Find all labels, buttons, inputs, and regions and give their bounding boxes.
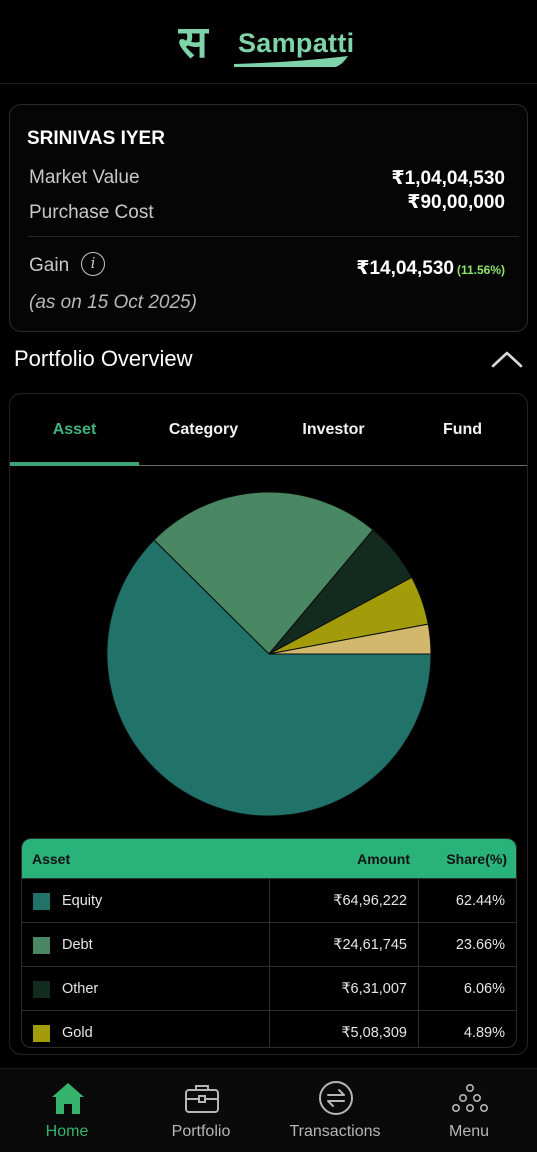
table-row[interactable]: Gold ₹5,08,309 4.89% [22,1010,516,1047]
asset-pie-chart [106,491,432,817]
info-icon[interactable]: i [81,252,105,276]
gain-percent: (11.56%) [456,263,505,277]
gain-value: ₹14,04,530 [356,258,454,279]
table-row[interactable]: Equity ₹64,96,222 62.44% [22,878,516,923]
investor-name: SRINIVAS IYER [27,128,165,149]
logo-text: Sampatti [238,28,355,58]
header-share: Share(%) [446,851,507,867]
chevron-up-icon[interactable] [490,348,524,370]
asset-amount: ₹5,08,309 [269,1011,419,1047]
asset-amount: ₹6,31,007 [269,967,419,1011]
header-amount: Amount [357,851,410,867]
bottom-navigation: Home Portfolio Transactions Menu [0,1068,537,1152]
gain-value-wrapper: ₹14,04,530 (11.56%) [356,257,505,280]
nav-menu[interactable]: Menu [402,1069,536,1152]
purchase-cost-label: Purchase Cost [29,202,154,223]
menu-dots-icon [451,1084,488,1112]
table-row[interactable]: Debt ₹24,61,745 23.66% [22,922,516,967]
asset-share: 62.44% [418,879,516,923]
asset-amount: ₹24,61,745 [269,923,419,967]
asset-name: Other [62,981,99,997]
briefcase-icon [185,1085,219,1113]
tab-asset[interactable]: Asset [10,421,139,439]
gain-label: Gain [29,255,70,276]
nav-menu-label: Menu [448,1123,490,1140]
market-value-label: Market Value [29,167,140,188]
nav-portfolio-label: Portfolio [171,1123,231,1140]
legend-swatch-equity [33,893,50,910]
logo-glyph: स [178,17,210,68]
table-row[interactable]: Other ₹6,31,007 6.06% [22,966,516,1011]
nav-home-label: Home [45,1123,89,1140]
legend-swatch-gold [33,1025,50,1042]
portfolio-overview-title: Portfolio Overview [14,346,193,371]
legend-swatch-other [33,981,50,998]
asset-share: 4.89% [418,1011,516,1047]
tab-fund[interactable]: Fund [398,421,527,439]
portfolio-summary-card: SRINIVAS IYER Market Value ₹1,04,04,530 … [9,104,528,332]
asset-table: Asset Amount Share(%) Equity ₹64,96,222 … [21,838,517,1048]
tab-investor[interactable]: Investor [269,421,398,439]
asset-amount: ₹64,96,222 [269,879,419,923]
app-header: स Sampatti [0,0,537,84]
nav-transactions[interactable]: Transactions [268,1069,402,1152]
active-tab-indicator [10,462,139,466]
nav-portfolio[interactable]: Portfolio [134,1069,268,1152]
home-icon [52,1083,84,1114]
exchange-icon [319,1081,353,1115]
as-on-date: (as on 15 Oct 2025) [29,292,197,313]
asset-name: Gold [62,1025,93,1041]
nav-home[interactable]: Home [0,1069,134,1152]
table-header: Asset Amount Share(%) [22,839,516,878]
card-divider [28,236,519,237]
overview-tabs: Asset Category Investor Fund [10,394,527,466]
market-value: ₹1,04,04,530 [391,168,505,189]
purchase-cost: ₹90,00,000 [407,192,505,213]
asset-name: Debt [62,937,93,953]
tab-category[interactable]: Category [139,421,268,439]
nav-transactions-label: Transactions [289,1123,381,1140]
asset-share: 23.66% [418,923,516,967]
portfolio-overview-panel: Asset Category Investor Fund Asset Amoun… [9,393,528,1055]
header-asset: Asset [32,851,71,867]
asset-share: 6.06% [418,967,516,1011]
asset-name: Equity [62,893,103,909]
sampatti-logo[interactable]: स Sampatti [178,12,358,72]
legend-swatch-debt [33,937,50,954]
